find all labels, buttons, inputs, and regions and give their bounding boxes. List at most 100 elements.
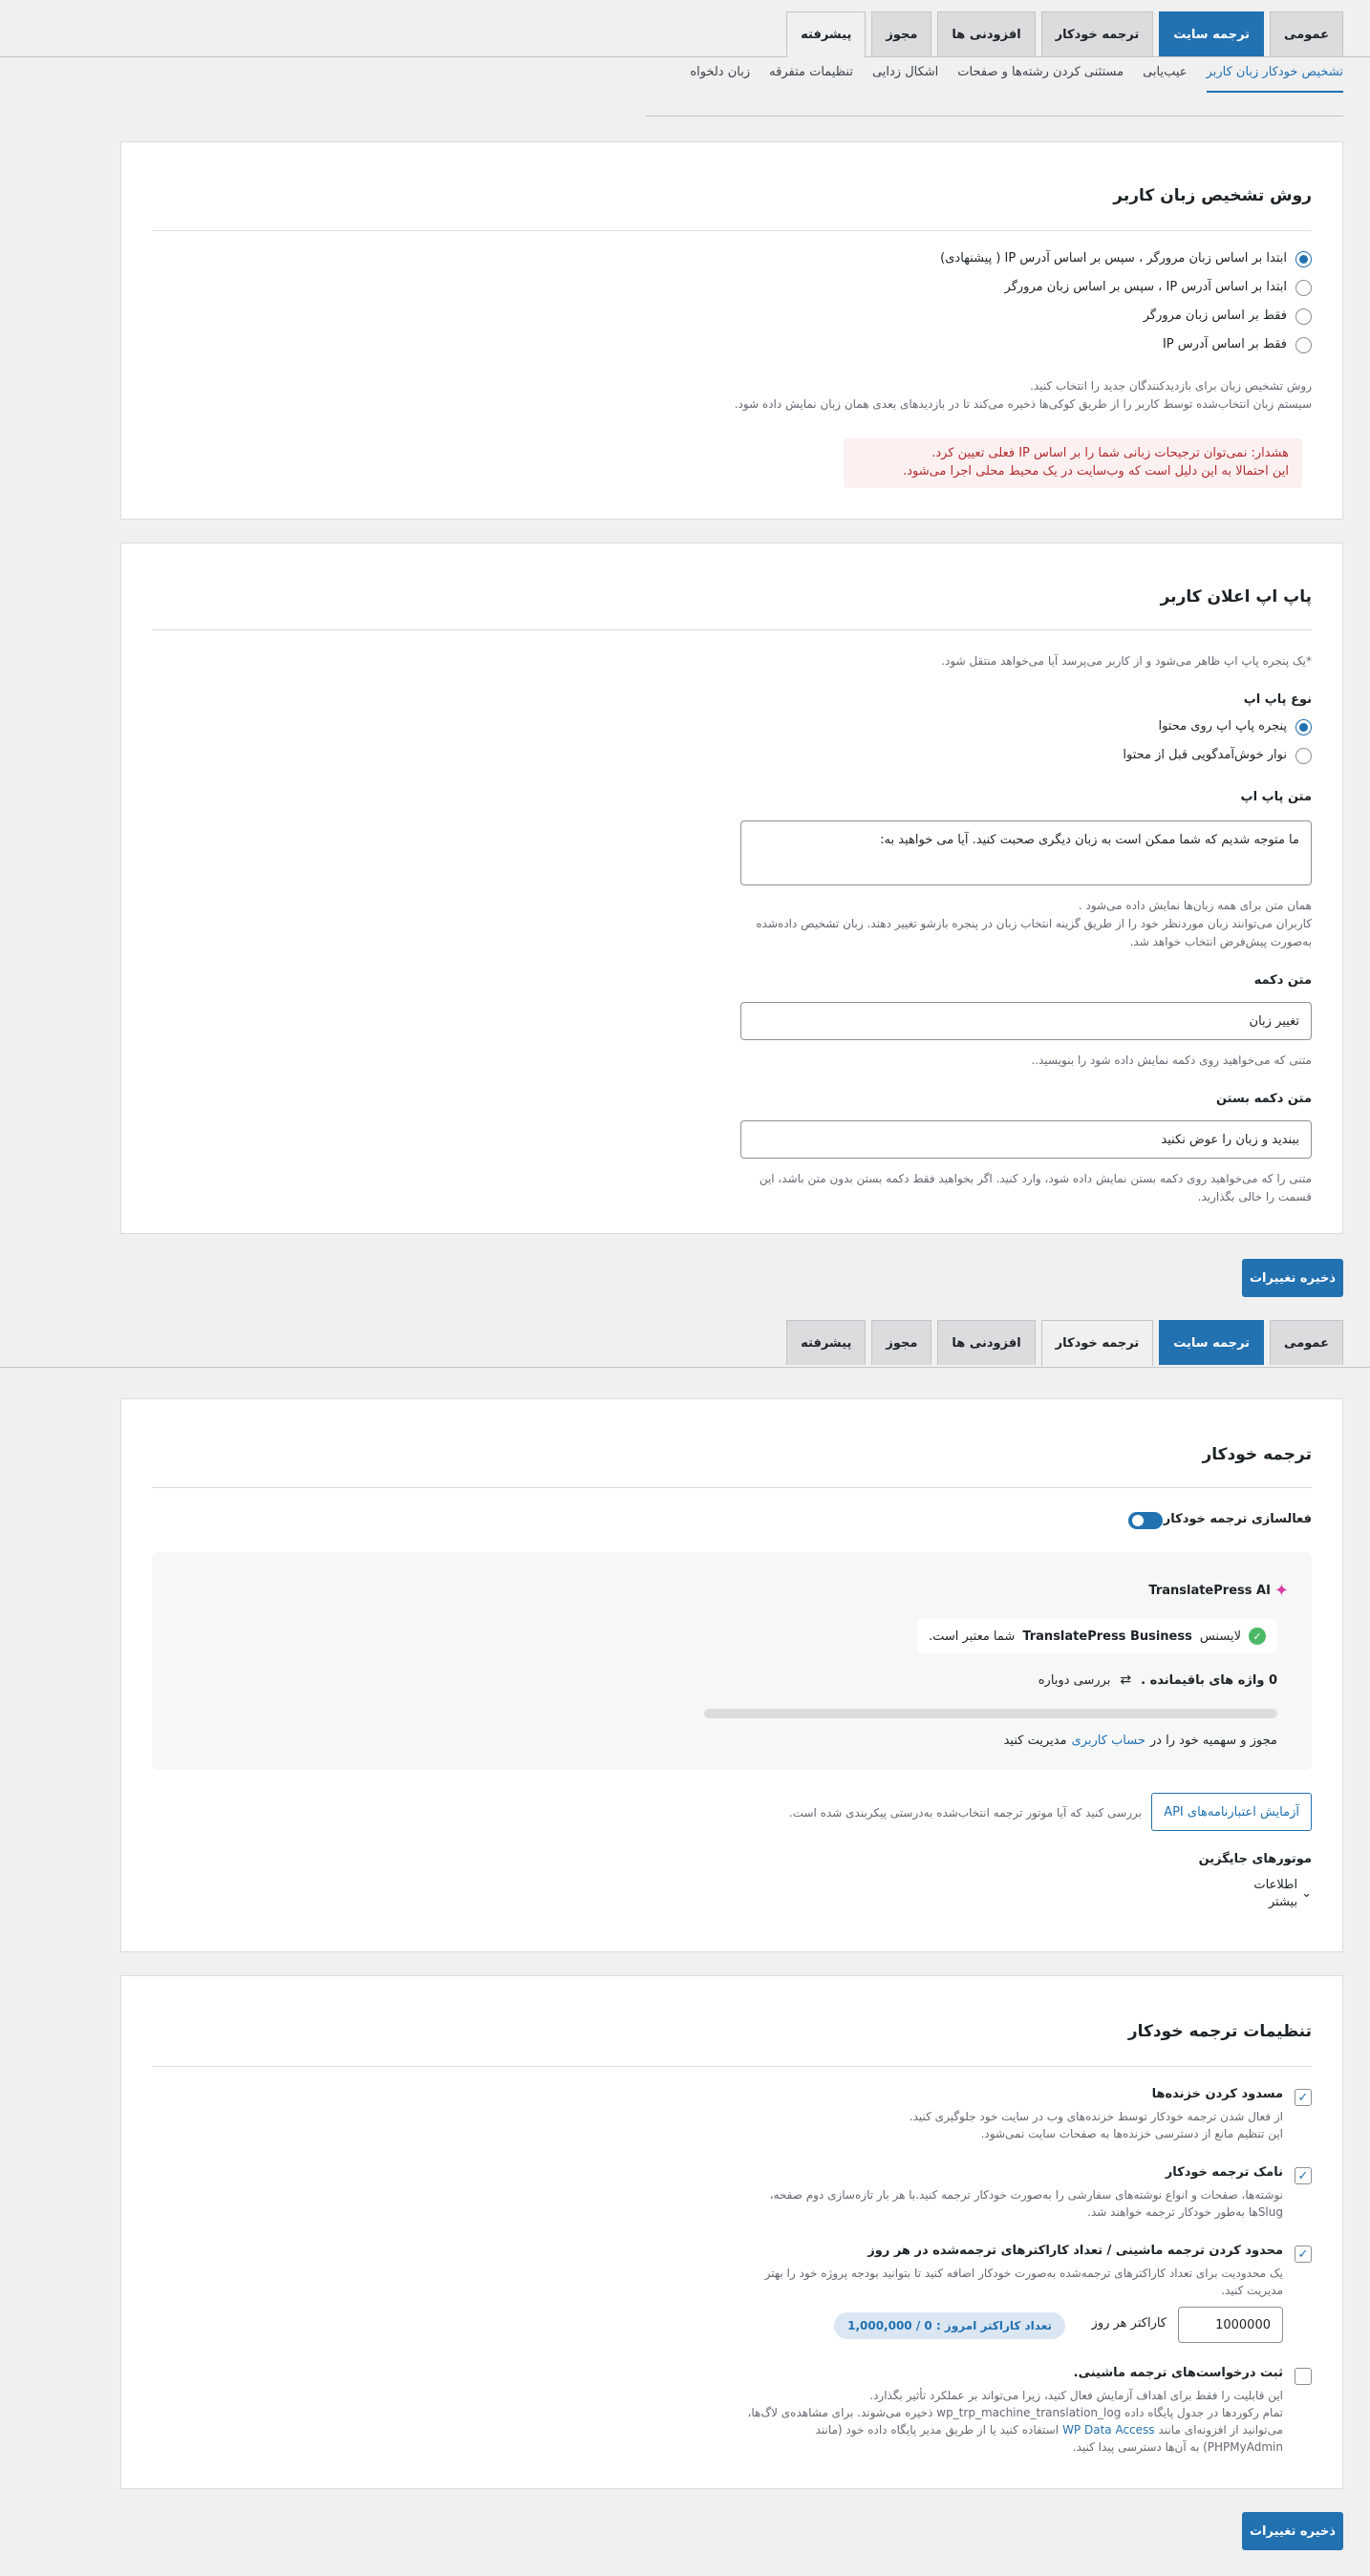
subnav-troubleshoot[interactable]: عیب‌یابی [1143, 65, 1187, 93]
limit-chars-checkbox[interactable]: ✓ [1295, 2246, 1312, 2263]
translatepress-ai-panel: ✦ TranslatePress AI ✓ لایسنس TranslatePr… [152, 1552, 1312, 1770]
manage-pre: مجوز و سهمیه خود را در [1149, 1734, 1277, 1748]
test-api-desc: بررسی کنید که آیا موتور ترجمه انتخاب‌شده… [788, 1806, 1142, 1820]
manage-post: مدیریت کنید [1003, 1734, 1067, 1748]
tab-general[interactable]: عمومی [1270, 11, 1343, 56]
alt-engines-label: موتورهای جایگزین [1198, 1852, 1312, 1866]
popup-card: پاپ اپ اعلان کاربر *یک پنجره پاپ اپ ظاهر… [120, 543, 1343, 1234]
limit-chars-title: محدود کردن ترجمه ماشینی / تعداد کاراکتره… [867, 2244, 1283, 2258]
license-post: شما معتبر است. [929, 1629, 1016, 1644]
more-info-line1: اطلاعات [1253, 1878, 1298, 1892]
recheck-link[interactable]: بررسی دوباره [1038, 1673, 1111, 1688]
tab-addons[interactable]: افزودنی ها [937, 11, 1036, 56]
detection-title: روش تشخیص زبان کاربر [1113, 186, 1312, 205]
block-crawlers-desc-2: این تنظیم مانع از دسترسی خزنده‌ها به صفح… [980, 2127, 1283, 2140]
tab-advanced[interactable]: پیشرفته [786, 1320, 867, 1365]
log-requests-checkbox[interactable]: ✓ [1295, 2368, 1312, 2385]
tab-advanced[interactable]: پیشرفته [786, 11, 867, 57]
block-crawlers-title: مسدود کردن خزنده‌ها [1151, 2087, 1283, 2101]
radio-ip-then-browser[interactable] [1295, 280, 1312, 296]
popup-title: پاپ اپ اعلان کاربر [1160, 587, 1312, 607]
tab-license[interactable]: مجوز [871, 11, 932, 56]
subnav-divider [646, 116, 1343, 117]
block-crawlers-desc-1: از فعال شدن ترجمه خودکار توسط خزنده‌های … [909, 2110, 1283, 2123]
tab-auto-translation[interactable]: ترجمه خودکار [1040, 11, 1154, 56]
radio-popup-overlay[interactable] [1295, 719, 1312, 735]
log-desc-post: استفاده کنید یا از طریق مدیر پایگاه داده… [815, 2423, 1060, 2437]
radio-label: فقط بر اساس زبان مرورگر [1143, 309, 1287, 323]
close-text-input[interactable]: ببندید و زبان را عوض نکنید [740, 1120, 1312, 1159]
sparkle-icon: ✦ [1274, 1581, 1289, 1601]
warning-line-1: هشدار: نمی‌توان ترجیحات زبانی شما را بر … [931, 446, 1289, 460]
close-text-label: متن دکمه بستن [1215, 1092, 1312, 1106]
log-requests-title: ثبت درخواست‌های ترجمه ماشینی. [1073, 2366, 1283, 2380]
top-tabs: عمومی ترجمه سایت ترجمه خودکار افزودنی ها… [786, 11, 1343, 57]
test-api-button[interactable]: آزمایش اعتبارنامه‌های API [1151, 1793, 1312, 1831]
log-requests-desc-2: تمام رکوردها در جدول پایگاه داده wp_trp_… [747, 2406, 1283, 2419]
settings-title: تنظیمات ترجمه خودکار [1127, 2022, 1312, 2041]
license-status-pill: ✓ لایسنس TranslatePress Business شما معت… [917, 1619, 1277, 1653]
radio-label: ابتدا بر اساس آدرس IP ، سپس بر اساس زبان… [1004, 280, 1287, 294]
chevron-down-icon: ⌄ [1301, 1886, 1312, 1901]
popup-text-help-2: کاربران می‌توانند زبان موردنظر خود را از… [756, 917, 1312, 930]
log-requests-desc-4: PHPMyAdmin) به آن‌ها دسترسی پیدا کنید. [1072, 2440, 1283, 2454]
tab-site-translation[interactable]: ترجمه سایت [1159, 11, 1265, 56]
mid-tabs: عمومی ترجمه سایت ترجمه خودکار افزودنی ها… [786, 1320, 1343, 1366]
popup-text-textarea[interactable]: ما متوجه شدیم که شما ممکن است به زبان دی… [740, 820, 1312, 885]
char-limit-unit: کاراکتر هر روز [1091, 2316, 1167, 2331]
warning-line-2: این احتمالا به این دلیل است که وب‌سایت د… [903, 464, 1289, 479]
refresh-icon[interactable]: ⇄ [1120, 1672, 1131, 1688]
auto-slug-checkbox[interactable]: ✓ [1295, 2167, 1312, 2184]
more-info-toggle[interactable]: ⌄ اطلاعات بیشتر [1253, 1877, 1312, 1911]
tab-license[interactable]: مجوز [871, 1320, 932, 1365]
divider [152, 1487, 1312, 1488]
remaining-words: 0 واژه های باقیمانده . [1141, 1672, 1277, 1688]
button-text-input[interactable]: تغییر زبان [740, 1002, 1312, 1040]
auto-slug-desc-1: نوشته‌ها، صفحات و انواع نوشته‌های سفارشی… [769, 2188, 1283, 2202]
auto-slug-title: نامک ترجمه خودکار [1165, 2165, 1283, 2180]
radio-label: نوار خوش‌آمدگویی قبل از محتوا [1123, 748, 1287, 762]
char-limit-input[interactable]: 1000000 [1178, 2307, 1283, 2343]
subnav-custom-language[interactable]: زبان دلخواه [690, 65, 750, 93]
radio-browser-then-ip[interactable] [1295, 251, 1312, 267]
tab-general[interactable]: عمومی [1270, 1320, 1343, 1365]
tab-auto-translation[interactable]: ترجمه خودکار [1040, 1320, 1154, 1366]
check-circle-icon: ✓ [1249, 1628, 1266, 1645]
block-crawlers-checkbox[interactable]: ✓ [1295, 2089, 1312, 2106]
radio-label: پنجره پاپ اپ روی محتوا [1158, 719, 1287, 734]
radio-label: فقط بر اساس آدرس IP [1162, 337, 1287, 351]
enable-auto-label: فعالسازی ترجمه خودکار [1163, 1512, 1312, 1526]
close-text-help-1: متنی را که می‌خواهید روی دکمه بستن نمایش… [759, 1172, 1312, 1185]
advanced-subnav: تشخیص خودکار زبان کاربر عیب‌یابی مستثنی … [690, 65, 1343, 93]
log-requests-desc-3: می‌توانید از افزونه‌ای مانند WP Data Acc… [816, 2421, 1283, 2438]
save-button-bottom[interactable]: ذخیره تغییرات [1242, 2512, 1343, 2550]
wp-data-access-link[interactable]: WP Data Access [1062, 2421, 1154, 2438]
enable-auto-toggle[interactable] [1128, 1512, 1163, 1529]
more-info-line2: بیشتر [1268, 1895, 1298, 1909]
radio-browser-only[interactable] [1295, 309, 1312, 325]
radio-ip-only[interactable] [1295, 337, 1312, 353]
popup-type-label: نوع پاپ اپ [1243, 692, 1312, 707]
char-count-badge: تعداد کاراکتر امروز : 0 / 1,000,000 [834, 2312, 1065, 2339]
subnav-debug[interactable]: اشکال زدایی [872, 65, 938, 93]
tab-site-translation[interactable]: ترجمه سایت [1159, 1320, 1265, 1365]
radio-welcome-bar[interactable] [1295, 748, 1312, 764]
save-button[interactable]: ذخیره تغییرات [1242, 1259, 1343, 1297]
subnav-exclude[interactable]: مستثنی کردن رشته‌ها و صفحات [957, 65, 1124, 93]
popup-intro: *یک پنجره پاپ اپ ظاهر می‌شود و از کاربر … [941, 654, 1312, 668]
tab-addons[interactable]: افزودنی ها [937, 1320, 1036, 1365]
manage-row: مجوز و سهمیه خود را در حساب کاربری مدیری… [1004, 1734, 1277, 1748]
subnav-misc[interactable]: تنظیمات متفرقه [769, 65, 853, 93]
license-name: TranslatePress Business [1022, 1629, 1192, 1644]
account-link[interactable]: حساب کاربری [1072, 1734, 1145, 1748]
popup-text-label: متن پاپ اپ [1240, 790, 1312, 804]
limit-chars-desc-1: یک محدودیت برای تعداد کاراکترهای ترجمه‌ش… [764, 2267, 1283, 2280]
divider [152, 2066, 1312, 2067]
radio-label: ابتدا بر اساس زبان مرورگر ، سپس بر اساس … [940, 251, 1287, 266]
top-tab-bar: عمومی ترجمه سایت ترجمه خودکار افزودنی ها… [0, 0, 1370, 57]
auto-title: ترجمه خودکار [1202, 1445, 1312, 1464]
subnav-auto-detect[interactable]: تشخیص خودکار زبان کاربر [1206, 65, 1343, 93]
quota-row: 0 واژه های باقیمانده . ⇄ بررسی دوباره [1038, 1672, 1277, 1688]
more-info-text: اطلاعات بیشتر [1253, 1877, 1297, 1911]
log-requests-desc-1: این قابلیت را فقط برای اهداف آزمایش فعال… [869, 2389, 1283, 2402]
